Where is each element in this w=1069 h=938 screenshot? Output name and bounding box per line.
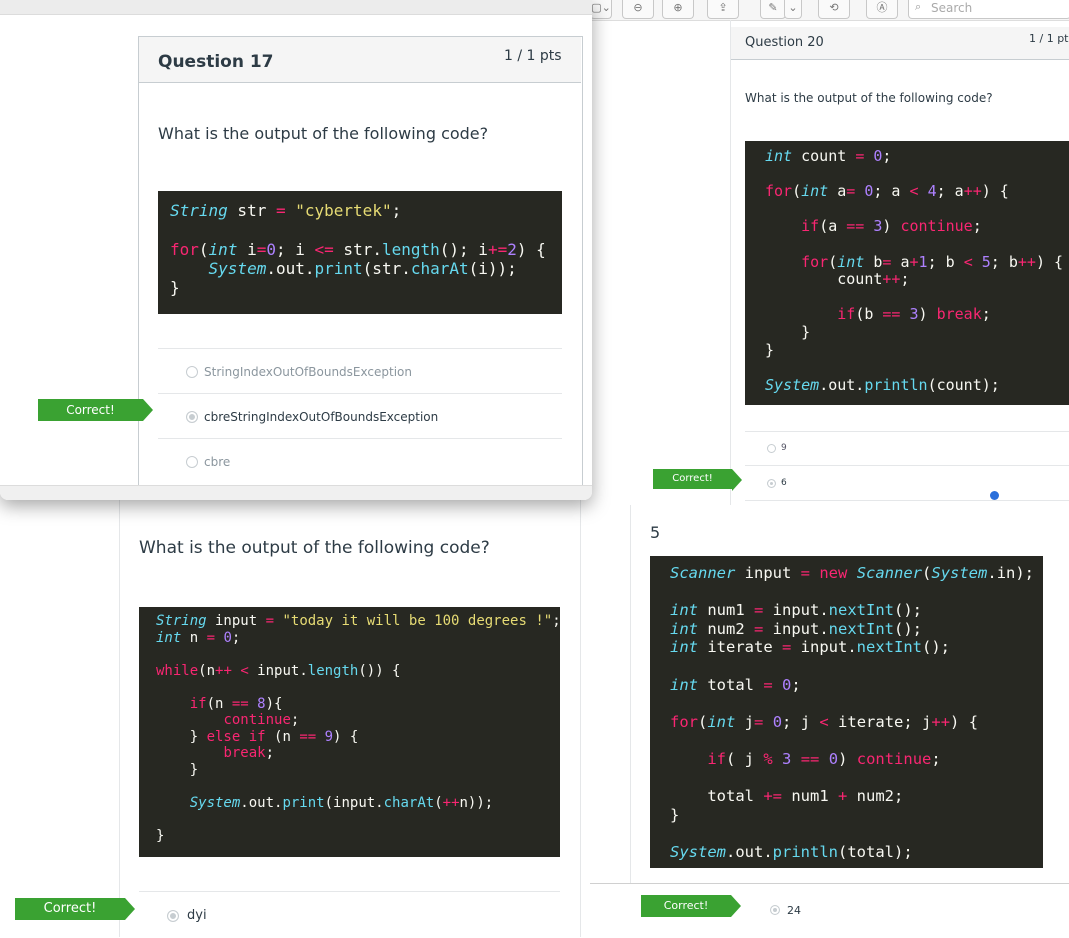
answer-divider (158, 348, 562, 349)
answer-radio[interactable] (186, 456, 198, 468)
markup-button[interactable]: Ⓐ (866, 0, 898, 19)
answer-divider (745, 431, 1069, 432)
sidebar-toggle-button[interactable]: ▢⌄ (590, 0, 612, 19)
answer-divider (158, 438, 562, 439)
gutter-line (730, 20, 731, 505)
question-panel-bottom-left: What is the output of the following code… (0, 490, 600, 937)
search-icon: ⌕ (915, 0, 922, 13)
answer-divider (745, 465, 1069, 466)
answer-text: cbreStringIndexOutOfBoundsException (204, 410, 439, 424)
answer-divider (139, 891, 560, 892)
rotate-button[interactable]: ⟲ (818, 0, 850, 19)
left-gutter-line (119, 490, 120, 937)
question-number: 5 (650, 523, 661, 542)
search-placeholder: Search (931, 1, 973, 15)
cursor-pin-icon (990, 491, 999, 500)
correct-badge: Correct! (38, 399, 153, 421)
answer-radio[interactable] (770, 905, 780, 915)
code-block: Scanner input = new Scanner(System.in); … (650, 556, 1043, 868)
question-prompt: What is the output of the following code… (745, 91, 993, 105)
chevron-down-icon: ⌄ (788, 1, 798, 14)
answer-divider (745, 500, 1069, 501)
question-20-window: ▢⌄ ⊖ ⊕ ⇪ ✎ ⌄ ⟲ Ⓐ ⌕ Search Question 20 1 … (590, 0, 1069, 505)
answer-text: StringIndexOutOfBoundsException (204, 365, 412, 379)
question-points: 1 / 1 pt (1029, 32, 1069, 45)
answer-divider (158, 393, 562, 394)
zoom-out-icon: ⊖ (633, 1, 643, 14)
question-prompt: What is the output of the following code… (139, 538, 490, 558)
answer-radio[interactable] (767, 479, 776, 488)
question-panel-bottom-right: 5 Scanner input = new Scanner(System.in)… (590, 505, 1069, 937)
right-gutter-line (580, 490, 581, 937)
zoom-in-icon: ⊕ (673, 1, 683, 14)
code-block: String str = "cybertek"; for(int i=0; i … (158, 191, 562, 314)
gutter-line (630, 505, 631, 885)
answer-text: 24 (787, 904, 801, 917)
code-block: String input = "today it will be 100 deg… (139, 607, 560, 857)
question-prompt: What is the output of the following code… (158, 124, 489, 143)
share-icon: ⇪ (718, 1, 728, 14)
code-block: int count = 0; for(int a= 0; a < 4; a++)… (745, 141, 1069, 405)
markup-icon: Ⓐ (876, 1, 888, 14)
pen-menu-button[interactable]: ⌄ (784, 0, 802, 19)
correct-badge: Correct! (15, 898, 135, 920)
answer-radio[interactable] (767, 444, 776, 453)
question-17-window: Question 17 1 / 1 pts What is the output… (0, 0, 592, 500)
question-title: Question 17 (158, 52, 274, 72)
question-title: Question 20 (745, 35, 824, 50)
answer-text: dyi (187, 908, 207, 923)
pen-icon: ✎ (768, 1, 778, 14)
share-button[interactable]: ⇪ (707, 0, 739, 19)
correct-badge: Correct! (641, 895, 741, 917)
answer-text: 9 (781, 443, 787, 453)
answer-radio[interactable] (186, 411, 198, 423)
rotate-icon: ⟲ (829, 1, 839, 14)
answer-text: cbre (204, 455, 231, 469)
answer-text: 6 (781, 478, 787, 488)
correct-badge: Correct! (653, 469, 742, 491)
window-titlebar (0, 0, 592, 15)
zoom-in-button[interactable]: ⊕ (662, 0, 694, 19)
question-points: 1 / 1 pts (504, 48, 562, 64)
search-box[interactable]: ⌕ Search (908, 0, 1069, 19)
pen-button[interactable]: ✎ (760, 0, 786, 19)
window-bottom-bar (0, 485, 592, 500)
zoom-out-button[interactable]: ⊖ (622, 0, 654, 19)
answer-radio[interactable] (167, 910, 179, 922)
answer-radio[interactable] (186, 366, 198, 378)
